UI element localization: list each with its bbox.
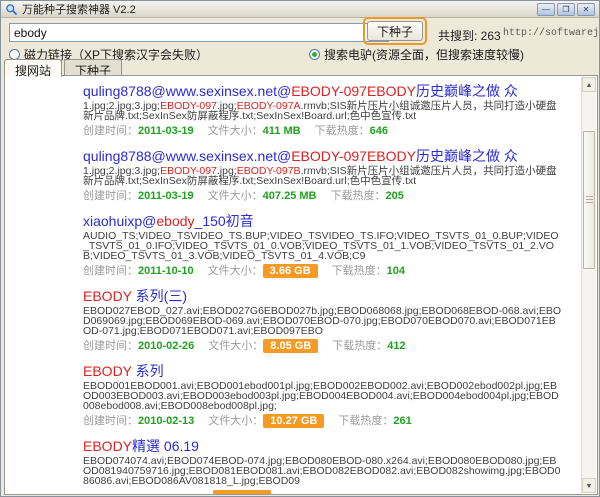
magnifier-app-icon <box>5 3 18 16</box>
text-segment: ebody <box>156 213 194 229</box>
result-item: EBODY 系列EBOD001EBOD001.avi;EBOD001ebod00… <box>83 363 563 428</box>
meta-value: 2011-10-10 <box>138 265 194 277</box>
meta-label: 创建时间： <box>83 190 138 202</box>
text-segment: EBODY <box>83 363 132 379</box>
result-file-list: 1.jpg;2.jpg;3.jpg;EBODY-097.jpg;EBODY-09… <box>83 101 563 121</box>
result-file-list: EBOD027EBOD_027.avi;EBOD027G6EBOD027b.jp… <box>83 306 563 336</box>
result-title-link[interactable]: xiaohuixp@ebody_150初音 <box>83 213 563 229</box>
meta-label: 创建时间： <box>83 340 138 352</box>
text-segment: EBODY-097EBODY <box>291 83 416 99</box>
meta-value: 407.25 MB <box>263 190 317 202</box>
meta-value: 261 <box>393 415 411 427</box>
meta-label: 创建时间： <box>83 125 138 137</box>
text-segment: 历史巅峰之做 众 <box>416 83 518 99</box>
results-list: quling8788@www.sexinsex.net@EBODY-097EBO… <box>5 76 581 494</box>
meta-label: 文件大小： <box>208 415 263 427</box>
tab-bar: 搜网站 下种子 <box>4 59 122 76</box>
result-count: 共搜到: 263 <box>438 27 501 44</box>
result-file-list: EBOD001EBOD001.avi;EBOD001ebod001pl.jpg;… <box>83 381 563 411</box>
result-title-link[interactable]: EBODY 系列 <box>83 363 563 379</box>
text-segment: AUDIO_TS;VIDEO_TSVIDEO_TS.BUP;VIDEO_TSVI… <box>83 230 559 262</box>
result-file-list: AUDIO_TS;VIDEO_TSVIDEO_TS.BUP;VIDEO_TSVI… <box>83 231 563 261</box>
result-item: xiaohuixp@ebody_150初音AUDIO_TS;VIDEO_TSVI… <box>83 213 563 278</box>
option-emule-label: 搜索电驴(资源全面，但搜索速度较慢) <box>324 46 524 63</box>
text-segment: 系列(三) <box>132 288 187 304</box>
result-title-link[interactable]: quling8788@www.sexinsex.net@EBODY-097EBO… <box>83 83 563 99</box>
result-item: quling8788@www.sexinsex.net@EBODY-097EBO… <box>83 148 563 203</box>
meta-value: 2010-02-26 <box>138 340 194 352</box>
meta-value: 646 <box>370 125 388 137</box>
text-segment: EBOD027EBOD_027.avi;EBOD027G6EBOD027b.jp… <box>83 305 561 337</box>
result-file-list: EBOD074074.avi;EBOD074EBOD-074.jpg;EBOD0… <box>83 456 563 486</box>
result-meta: 创建时间：2010-02-26 文件大小：8.05 GB 下载热度：412 <box>83 340 563 353</box>
result-meta: 创建时间：2011-03-19 文件大小：411 MB 下载热度：646 <box>83 125 563 138</box>
meta-label: 下载热度： <box>338 415 393 427</box>
maximize-icon[interactable]: ❐ <box>557 3 575 16</box>
result-meta: 创建时间：2010-02-13 文件大小：10.27 GB 下载热度：261 <box>83 415 563 428</box>
meta-value: 10.27 GB <box>263 414 324 428</box>
result-title-link[interactable]: quling8788@www.sexinsex.net@EBODY-097EBO… <box>83 148 563 164</box>
results-panel: quling8788@www.sexinsex.net@EBODY-097EBO… <box>4 75 598 495</box>
option-emule-search[interactable]: 搜索电驴(资源全面，但搜索速度较慢) <box>309 46 524 63</box>
scrollbar-thumb[interactable] <box>583 131 595 269</box>
result-item: quling8788@www.sexinsex.net@EBODY-097EBO… <box>83 83 563 138</box>
meta-value: 2010-02-13 <box>138 415 194 427</box>
meta-value: 104 <box>387 265 405 277</box>
meta-value: 205 <box>385 190 403 202</box>
meta-label: 创建时间： <box>83 415 138 427</box>
radio-icon[interactable] <box>309 49 320 60</box>
text-segment: EBOD001EBOD001.avi;EBOD001ebod001pl.jpg;… <box>83 380 559 412</box>
scroll-down-icon[interactable]: ▼ <box>582 478 596 493</box>
download-button-highlight: 下种子 <box>363 17 427 45</box>
meta-label: 创建时间： <box>83 265 138 277</box>
download-torrent-button[interactable]: 下种子 <box>367 21 423 41</box>
meta-label: 文件大小： <box>208 190 263 202</box>
meta-value: 2011-03-19 <box>138 125 194 137</box>
text-segment: 精選 06.19 <box>132 438 199 454</box>
close-icon[interactable]: ✕ <box>577 3 595 16</box>
minimize-icon[interactable]: — <box>537 3 555 16</box>
tab-download-torrent[interactable]: 下种子 <box>64 59 122 76</box>
result-item: EBODY 系列(三) EBOD027EBOD_027.avi;EBOD027G6… <box>83 288 563 353</box>
tab-search-sites[interactable]: 搜网站 <box>4 59 62 77</box>
meta-label: 下载热度： <box>330 190 385 202</box>
search-input[interactable] <box>9 23 389 42</box>
meta-label: 下载热度： <box>332 265 387 277</box>
meta-label: 下载热度： <box>315 125 370 137</box>
text-segment: EBODY <box>83 288 132 304</box>
titlebar: 万能种子搜索神器 V2.2 — ❐ ✕ <box>1 1 599 18</box>
meta-value: 8.05 GB <box>263 339 318 353</box>
text-segment: EBODY-097EBODY <box>291 148 416 164</box>
text-segment: _150初音 <box>195 213 254 229</box>
cutoff-size-highlight <box>213 490 271 494</box>
result-item: EBODY精選 06.19 EBOD074074.avi;EBOD074EBOD-… <box>83 438 563 494</box>
meta-value: 3.66 GB <box>263 264 318 278</box>
meta-label: 下载热度： <box>332 340 387 352</box>
text-segment: xiaohuixp@ <box>83 213 156 229</box>
result-title-link[interactable]: EBODY 系列(三) <box>83 288 563 304</box>
site-url: http://softwarejsk.com <box>503 28 600 39</box>
meta-label: 文件大小： <box>208 125 263 137</box>
meta-value: 412 <box>387 340 405 352</box>
meta-label: 文件大小： <box>208 265 263 277</box>
result-meta: 创建时间：2011-03-19 文件大小：407.25 MB 下载热度：205 <box>83 190 563 203</box>
text-segment: EBODY <box>83 438 132 454</box>
vertical-scrollbar[interactable]: ▲ ▼ <box>581 77 596 493</box>
scroll-up-icon[interactable]: ▲ <box>582 77 596 92</box>
result-meta: 创建时间：2011-10-10 文件大小：3.66 GB 下载热度：104 <box>83 265 563 278</box>
text-segment: quling8788@www.sexinsex.net@ <box>83 83 291 99</box>
text-segment: 历史巅峰之做 众 <box>416 148 518 164</box>
text-segment: EBOD074074.avi;EBOD074EBOD-074.jpg;EBOD0… <box>83 455 560 487</box>
text-segment: quling8788@www.sexinsex.net@ <box>83 148 291 164</box>
text-segment: 系列 <box>132 363 164 379</box>
window-title: 万能种子搜索神器 V2.2 <box>22 1 537 17</box>
meta-value: 411 MB <box>263 125 301 137</box>
meta-label: 文件大小： <box>208 340 263 352</box>
search-mode-options: 磁力链接（XP下搜索汉字会失败） 搜索电驴(资源全面，但搜索速度较慢) <box>9 46 591 60</box>
scrollbar-grip-icon <box>586 196 593 203</box>
result-file-list: 1.jpg;2.jpg;3.jpg;EBODY-097.jpg;EBODY-09… <box>83 166 563 186</box>
result-title-link[interactable]: EBODY精選 06.19 <box>83 438 563 454</box>
meta-value: 2011-03-19 <box>138 190 194 202</box>
app-window: 万能种子搜索神器 V2.2 — ❐ ✕ 下种子 共搜到: 263 http://… <box>0 0 600 497</box>
